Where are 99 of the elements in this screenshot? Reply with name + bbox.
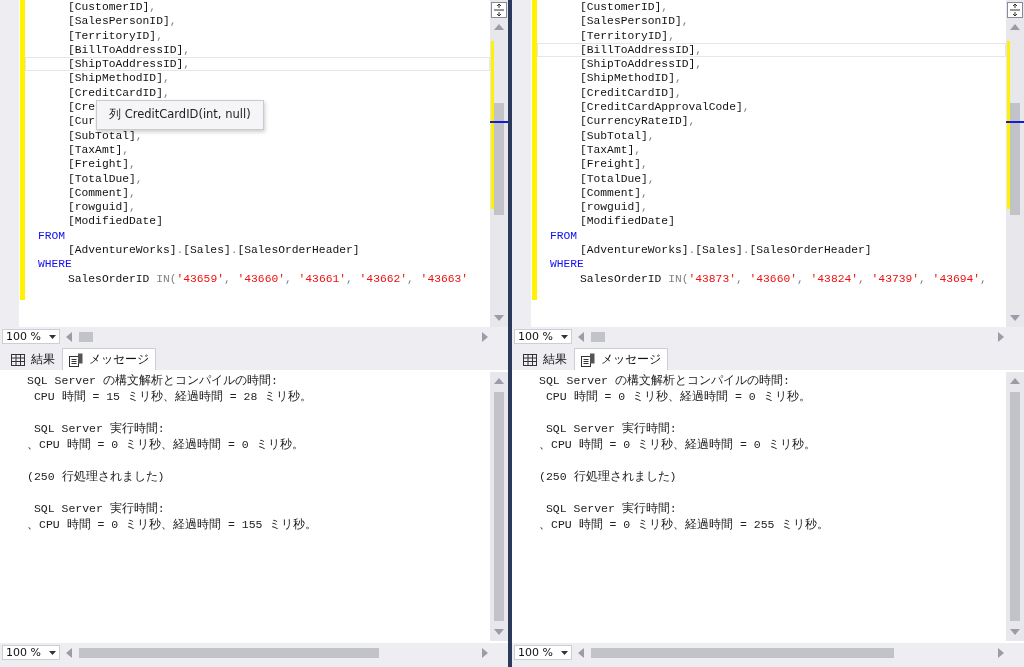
scroll-thumb[interactable] bbox=[79, 647, 379, 658]
code-line: [ShipToAddressID], bbox=[579, 57, 704, 72]
code-line: [SubTotal], bbox=[67, 128, 144, 143]
code-line: [TotalDue], bbox=[579, 171, 656, 186]
message-line: (250 行処理されました) bbox=[27, 469, 166, 485]
scroll-left-icon[interactable] bbox=[66, 331, 72, 342]
message-line: 、CPU 時間 = 0 ミリ秒、経過時間 = 255 ミリ秒。 bbox=[539, 517, 831, 533]
message-line: CPU 時間 = 0 ミリ秒、経過時間 = 0 ミリ秒。 bbox=[544, 389, 812, 405]
code-line: WHERE bbox=[549, 257, 585, 272]
code-line: [CreditCardID], bbox=[67, 85, 171, 101]
scroll-left-icon[interactable] bbox=[578, 331, 584, 342]
code-line: [SubTotal], bbox=[579, 128, 656, 143]
scroll-thumb[interactable] bbox=[591, 331, 605, 342]
code-line: [Comment], bbox=[579, 185, 649, 201]
results-tab[interactable]: メッセージ bbox=[62, 348, 156, 370]
scroll-thumb[interactable] bbox=[79, 331, 93, 342]
code-line: [Comment], bbox=[67, 185, 137, 201]
message-line: 、CPU 時間 = 0 ミリ秒、経過時間 = 0 ミリ秒。 bbox=[539, 437, 817, 453]
grid-icon bbox=[523, 353, 537, 366]
code-line: [ShipMethodID], bbox=[579, 71, 683, 86]
code-line: [TerritoryID], bbox=[579, 28, 676, 43]
scroll-up-icon[interactable] bbox=[494, 24, 504, 30]
caret-icon bbox=[49, 334, 56, 339]
code-line: [CustomerID], bbox=[67, 0, 158, 15]
split-icon[interactable] bbox=[491, 2, 507, 18]
caret-marker bbox=[1006, 121, 1024, 123]
message-line: SQL Server 実行時間: bbox=[32, 501, 166, 517]
code-line: [SalesPersonID], bbox=[579, 14, 690, 29]
scroll-up-icon[interactable] bbox=[494, 378, 504, 384]
scroll-right-icon[interactable] bbox=[482, 647, 488, 658]
code-line: FROM bbox=[37, 228, 67, 244]
scroll-thumb[interactable] bbox=[494, 392, 504, 621]
results-tab[interactable]: 結果 bbox=[516, 348, 574, 370]
scroll-thumb[interactable] bbox=[1010, 103, 1020, 215]
scroll-up-icon[interactable] bbox=[1010, 24, 1020, 30]
code-line: [rowguid], bbox=[67, 200, 137, 215]
scroll-down-icon[interactable] bbox=[494, 315, 504, 321]
code-line: [SalesPersonID], bbox=[67, 14, 178, 29]
caret-icon bbox=[561, 650, 568, 655]
code-line: [Freight], bbox=[67, 157, 137, 172]
message-line: 、CPU 時間 = 0 ミリ秒、経過時間 = 155 ミリ秒。 bbox=[27, 517, 319, 533]
code-line: [TerritoryID], bbox=[67, 28, 164, 43]
message-line: SQL Server 実行時間: bbox=[544, 421, 678, 437]
document-icon bbox=[581, 352, 595, 367]
scroll-up-icon[interactable] bbox=[1010, 378, 1020, 384]
code-line: [AdventureWorks].[Sales].[SalesOrderHeader] bbox=[67, 243, 361, 258]
code-line: [ShipMethodID], bbox=[67, 71, 171, 86]
scroll-thumb[interactable] bbox=[1010, 392, 1020, 621]
caret-marker bbox=[490, 121, 508, 123]
code-line: [TaxAmt], bbox=[67, 142, 130, 158]
code-line: [Cur bbox=[67, 114, 97, 129]
scroll-thumb[interactable] bbox=[591, 647, 894, 658]
code-line: [AdventureWorks].[Sales].[SalesOrderHeader] bbox=[579, 243, 873, 258]
code-line: [CreditCardApprovalCode], bbox=[579, 100, 751, 115]
document-icon bbox=[69, 352, 83, 367]
message-line: 、CPU 時間 = 0 ミリ秒、経過時間 = 0 ミリ秒。 bbox=[27, 437, 305, 453]
scroll-right-icon[interactable] bbox=[482, 331, 488, 342]
code-line: [ModifiedDate] bbox=[67, 214, 164, 229]
message-line: SQL Server の構文解析とコンパイルの時間: bbox=[539, 373, 791, 389]
scroll-thumb[interactable] bbox=[494, 103, 504, 215]
code-line: [CurrencyRateID], bbox=[579, 114, 697, 129]
zoom-dropdown[interactable]: 100 % bbox=[514, 645, 572, 660]
scroll-left-icon[interactable] bbox=[578, 647, 584, 658]
caret-icon bbox=[49, 650, 56, 655]
message-line: CPU 時間 = 15 ミリ秒、経過時間 = 28 ミリ秒。 bbox=[32, 389, 314, 405]
code-line: WHERE bbox=[37, 257, 73, 272]
message-line: SQL Server 実行時間: bbox=[32, 421, 166, 437]
code-line: [ShipToAddressID], bbox=[25, 57, 490, 72]
tooltip: 列 CreditCardID(int, null) bbox=[96, 100, 264, 130]
scroll-left-icon[interactable] bbox=[66, 647, 72, 658]
results-tab[interactable]: メッセージ bbox=[574, 348, 668, 370]
scroll-right-icon[interactable] bbox=[998, 331, 1004, 342]
results-tab[interactable]: 結果 bbox=[4, 348, 62, 370]
code-line: [Cre bbox=[67, 100, 97, 115]
code-line: [CreditCardID], bbox=[579, 85, 683, 101]
code-line: [ModifiedDate] bbox=[579, 214, 676, 229]
code-line: [BillToAddressID], bbox=[67, 42, 192, 58]
zoom-dropdown[interactable]: 100 % bbox=[2, 645, 60, 660]
code-line: [Freight], bbox=[579, 157, 649, 172]
code-line: [CustomerID], bbox=[579, 0, 670, 15]
code-line: [BillToAddressID], bbox=[537, 42, 1006, 58]
message-line: SQL Server の構文解析とコンパイルの時間: bbox=[27, 373, 279, 389]
code-line: [rowguid], bbox=[579, 200, 649, 215]
code-line: [TaxAmt], bbox=[579, 142, 642, 158]
caret-icon bbox=[561, 334, 568, 339]
code-line: SalesOrderID IN('43873', '43660', '43824', '43739', '43694', bbox=[579, 271, 988, 286]
grid-icon bbox=[11, 353, 25, 366]
scroll-down-icon[interactable] bbox=[1010, 315, 1020, 321]
zoom-dropdown[interactable]: 100 % bbox=[2, 329, 60, 344]
code-line: FROM bbox=[549, 228, 579, 244]
split-icon[interactable] bbox=[1007, 2, 1023, 18]
code-line: [TotalDue], bbox=[67, 171, 144, 186]
zoom-dropdown[interactable]: 100 % bbox=[514, 329, 572, 344]
code-line: SalesOrderID IN('43659', '43660', '43661', '43662', '43663' bbox=[67, 271, 470, 286]
message-line: SQL Server 実行時間: bbox=[544, 501, 678, 517]
scroll-right-icon[interactable] bbox=[998, 647, 1004, 658]
scroll-down-icon[interactable] bbox=[494, 629, 504, 635]
scroll-down-icon[interactable] bbox=[1010, 629, 1020, 635]
message-line: (250 行処理されました) bbox=[539, 469, 678, 485]
